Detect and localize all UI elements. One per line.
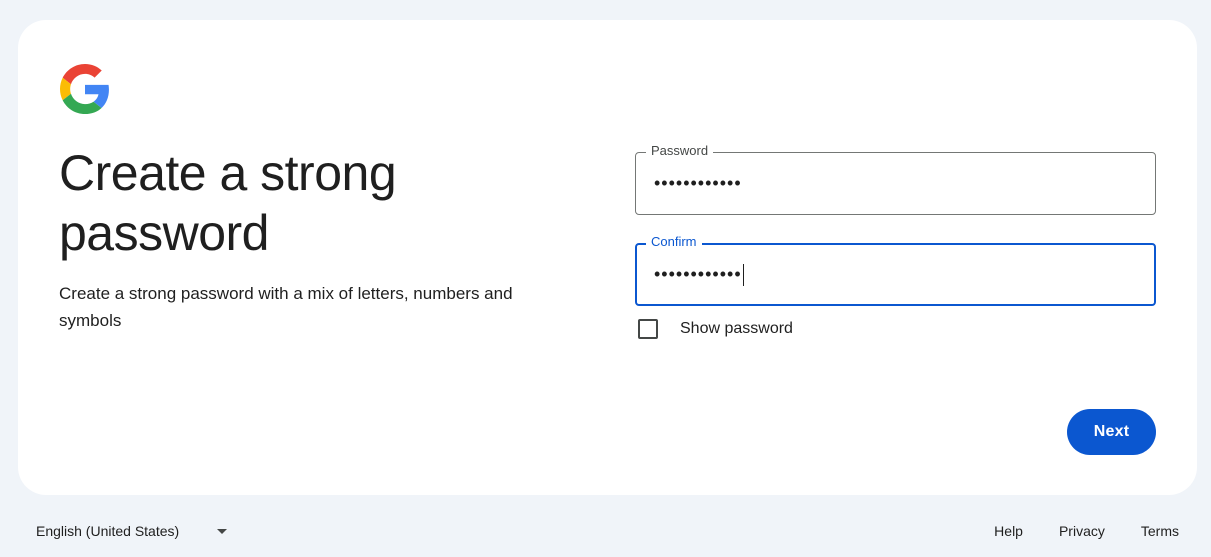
footer: English (United States) Help Privacy Ter…: [0, 512, 1211, 550]
password-label: Password: [646, 143, 714, 159]
google-g-logo-icon: [60, 64, 109, 114]
terms-link[interactable]: Terms: [1141, 523, 1179, 539]
help-link[interactable]: Help: [994, 523, 1023, 539]
confirm-label: Confirm: [646, 234, 702, 250]
show-password-label[interactable]: Show password: [680, 320, 793, 338]
privacy-link[interactable]: Privacy: [1059, 523, 1105, 539]
page-title: Create a strong password: [59, 145, 397, 261]
language-label[interactable]: English (United States): [36, 523, 179, 539]
signup-card: Create a strong password Create a strong…: [18, 20, 1197, 495]
confirm-password-field[interactable]: Confirm ••••••••••••: [635, 234, 1156, 306]
footer-links: Help Privacy Terms: [958, 523, 1179, 539]
dropdown-arrow-icon[interactable]: [217, 528, 228, 534]
password-field[interactable]: Password ••••••••••••: [635, 143, 1156, 215]
show-password-row[interactable]: Show password: [638, 318, 793, 340]
confirm-value-wrap[interactable]: ••••••••••••: [654, 262, 744, 287]
page-subtitle: Create a strong password with a mix of l…: [59, 284, 513, 330]
confirm-value[interactable]: ••••••••••••: [654, 264, 742, 284]
next-button[interactable]: Next: [1067, 409, 1156, 455]
language-selector[interactable]: English (United States): [36, 523, 228, 539]
text-caret: [742, 264, 744, 287]
show-password-checkbox[interactable]: [638, 319, 658, 339]
password-value[interactable]: ••••••••••••: [654, 171, 742, 195]
